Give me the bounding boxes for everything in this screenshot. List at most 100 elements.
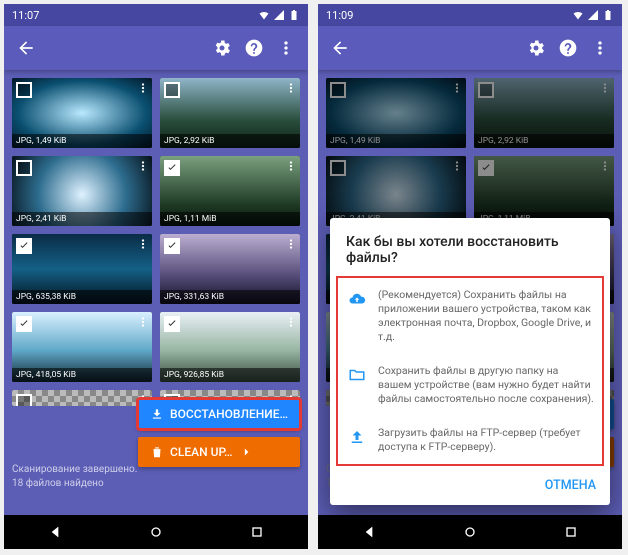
battery-icon (602, 9, 614, 21)
image-tile[interactable]: JPG, 331,63 KiB (160, 234, 300, 304)
dialog-option-ftp[interactable]: Загрузить файлы на FTP-сервер (требует д… (338, 416, 602, 464)
help-button[interactable] (552, 32, 584, 64)
nav-back-icon[interactable] (47, 524, 63, 540)
more-vert-icon (598, 81, 612, 95)
image-tile[interactable]: JPG, 2,41 KiB (12, 156, 152, 226)
nav-recent-icon[interactable] (563, 524, 579, 540)
gear-icon (212, 38, 232, 58)
upload-icon (348, 428, 366, 446)
checkbox[interactable] (164, 82, 180, 98)
checkbox[interactable] (164, 316, 180, 332)
checkbox[interactable] (16, 316, 32, 332)
overflow-button[interactable] (270, 32, 302, 64)
content: JPG, 1,49 KiBJPG, 2,92 KiBJPG, 2,41 KiBJ… (318, 70, 622, 515)
tile-more[interactable] (450, 158, 464, 177)
more-vert-icon (136, 237, 150, 251)
checkbox[interactable] (16, 82, 32, 98)
nav-home-icon[interactable] (462, 524, 478, 540)
trash-icon (150, 445, 164, 459)
image-tile[interactable]: JPG, 1,49 KiB (326, 78, 466, 148)
content: JPG, 1,49 KiBJPG, 2,92 KiBJPG, 2,41 KiB J… (4, 70, 308, 515)
checkbox[interactable] (478, 160, 494, 176)
back-button[interactable] (10, 32, 42, 64)
tile-more[interactable] (136, 314, 150, 333)
image-tile[interactable] (12, 390, 152, 406)
image-tile[interactable]: JPG, 1,49 KiB (12, 78, 152, 148)
nav-recent-icon[interactable] (249, 524, 265, 540)
help-button[interactable] (238, 32, 270, 64)
checkbox[interactable] (16, 238, 32, 254)
app-bar (4, 26, 308, 70)
tile-caption: JPG, 635,38 KiB (12, 290, 152, 304)
check-icon (166, 318, 178, 330)
tile-caption: JPG, 331,63 KiB (160, 290, 300, 304)
tile-caption: JPG, 1,11 MiB (160, 212, 300, 226)
image-tile[interactable]: JPG, 926,85 KiB (160, 312, 300, 382)
more-vert-icon (136, 81, 150, 95)
settings-button[interactable] (520, 32, 552, 64)
more-vert-icon (598, 159, 612, 173)
checkbox[interactable] (164, 238, 180, 254)
cleanup-button[interactable]: CLEAN UP… (138, 437, 300, 467)
back-button[interactable] (324, 32, 356, 64)
cloud-upload-icon (348, 290, 366, 308)
restore-label: ВОССТАНОВЛЕНИЕ… (170, 407, 288, 421)
dialog-cancel[interactable]: ОТМЕНА (545, 478, 596, 493)
checkbox[interactable] (16, 160, 32, 176)
checkbox[interactable] (16, 394, 32, 406)
check-icon (18, 318, 30, 330)
checkbox[interactable] (330, 160, 346, 176)
cleanup-label: CLEAN UP… (170, 445, 232, 459)
signal-icon (587, 9, 599, 21)
nav-back-icon[interactable] (361, 524, 377, 540)
more-vert-icon (284, 237, 298, 251)
overflow-button[interactable] (584, 32, 616, 64)
download-icon (150, 407, 164, 421)
tile-more[interactable] (598, 158, 612, 177)
image-tile[interactable]: JPG, 1,11 MiB (160, 156, 300, 226)
thumbnail-grid: JPG, 1,49 KiBJPG, 2,92 KiBJPG, 2,41 KiB J… (4, 70, 308, 414)
image-tile[interactable]: JPG, 635,38 KiB (12, 234, 152, 304)
dialog-title: Как бы вы хотели восстановить файлы? (330, 218, 610, 274)
more-vert-icon (136, 159, 150, 173)
tile-more[interactable] (136, 80, 150, 99)
tile-caption: JPG, 418,05 KiB (12, 368, 152, 382)
image-tile[interactable]: JPG, 2,41 KiB (326, 156, 466, 226)
tile-more[interactable] (450, 80, 464, 99)
wifi-icon (572, 9, 584, 21)
scan-status: Сканирование завершено. 18 файлов найден… (12, 463, 137, 491)
image-tile[interactable]: JPG, 2,92 KiB (160, 78, 300, 148)
more-vert-icon (284, 159, 298, 173)
restore-button[interactable]: ВОССТАНОВЛЕНИЕ… (138, 399, 300, 429)
status-bar: 11:09 (318, 4, 622, 26)
tile-more[interactable] (284, 236, 298, 255)
scan-line1: Сканирование завершено. (12, 463, 137, 477)
settings-button[interactable] (206, 32, 238, 64)
scan-line2: 18 файлов найдено (12, 477, 137, 491)
tile-more[interactable] (284, 158, 298, 177)
image-tile[interactable]: JPG, 418,05 KiB (12, 312, 152, 382)
checkbox[interactable] (164, 160, 180, 176)
tile-more[interactable] (136, 158, 150, 177)
tile-more[interactable] (284, 80, 298, 99)
tile-caption: JPG, 926,85 KiB (160, 368, 300, 382)
status-time: 11:09 (326, 9, 353, 22)
dialog-options: (Рекомендуется) Сохранить файлы на прило… (338, 278, 602, 464)
check-icon (480, 162, 492, 174)
nav-bar (318, 515, 622, 549)
tile-more[interactable] (284, 314, 298, 333)
arrow-left-icon (16, 38, 36, 58)
dialog-option-cloud[interactable]: (Рекомендуется) Сохранить файлы на прило… (338, 278, 602, 354)
restore-dialog: Как бы вы хотели восстановить файлы? (Ре… (330, 218, 610, 505)
tile-more[interactable] (136, 236, 150, 255)
checkbox[interactable] (330, 82, 346, 98)
help-icon (244, 38, 264, 58)
more-vert-icon (450, 81, 464, 95)
tile-more[interactable] (598, 80, 612, 99)
checkbox[interactable] (478, 82, 494, 98)
image-tile[interactable]: JPG, 1,11 MiB (474, 156, 614, 226)
nav-home-icon[interactable] (148, 524, 164, 540)
image-tile[interactable]: JPG, 2,92 KiB (474, 78, 614, 148)
dialog-option-folder[interactable]: Сохранить файлы в другую папку на вашем … (338, 354, 602, 416)
dialog-option-text: Загрузить файлы на FTP-сервер (требует д… (378, 426, 594, 454)
